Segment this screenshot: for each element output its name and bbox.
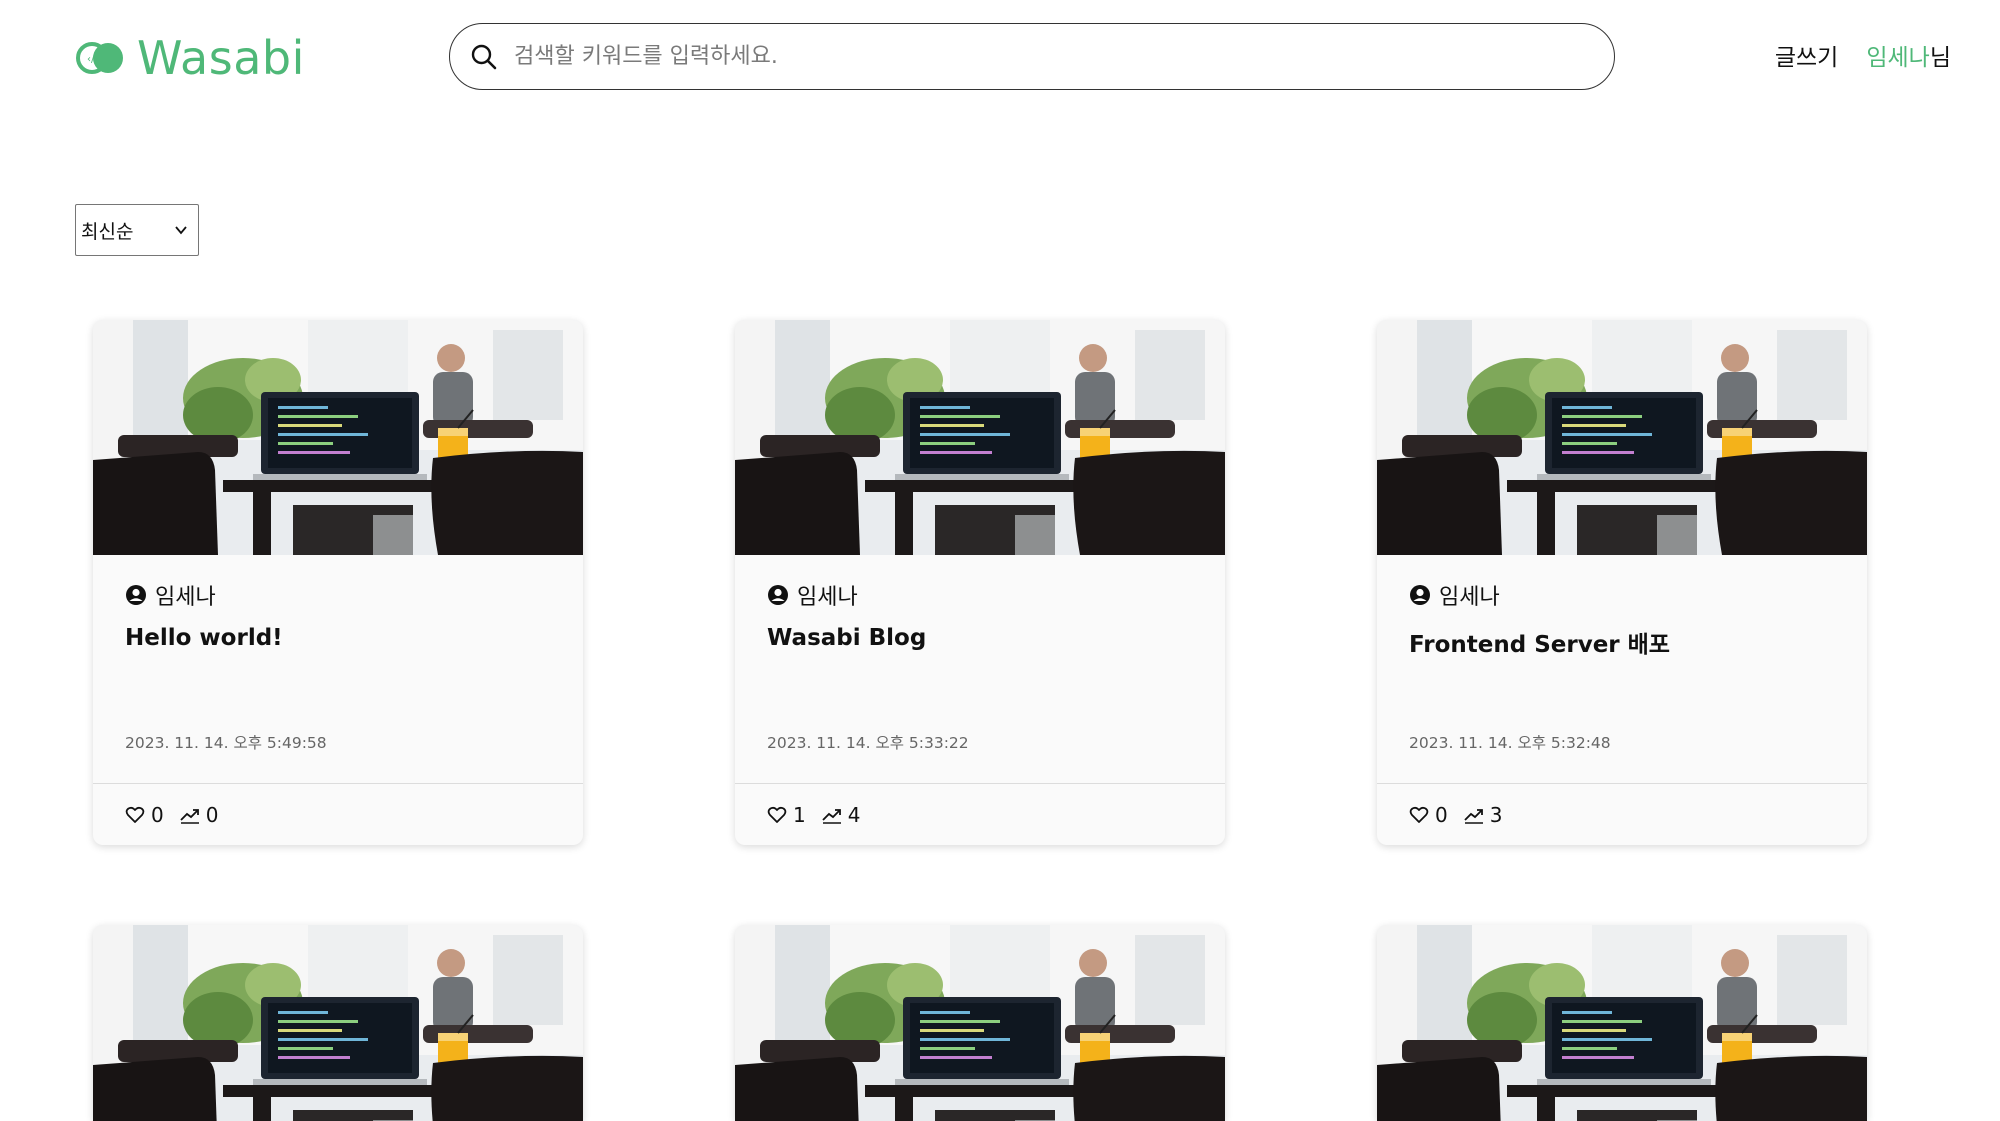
- post-card[interactable]: [735, 925, 1225, 1121]
- post-card[interactable]: 임세나 Frontend Server 배포 2023. 11. 14. 오후 …: [1377, 320, 1867, 845]
- trending-up-icon: [1464, 808, 1483, 824]
- post-date: 2023. 11. 14. 오후 5:32:48: [1409, 734, 1611, 752]
- post-date: 2023. 11. 14. 오후 5:49:58: [125, 734, 327, 752]
- post-card[interactable]: [93, 925, 583, 1121]
- post-title[interactable]: Frontend Server 배포: [1409, 625, 1835, 659]
- view-stat: 3: [1464, 802, 1503, 827]
- post-stats: 1 4: [735, 783, 1225, 845]
- post-author-name: 임세나: [1439, 585, 1500, 610]
- user-circle-icon: [1410, 585, 1430, 605]
- user-circle-icon: [768, 585, 788, 605]
- view-count: 3: [1489, 802, 1503, 827]
- wasabi-logo-icon: ‹/›: [76, 42, 123, 74]
- post-thumbnail-image: [93, 925, 583, 1121]
- post-card[interactable]: [1377, 925, 1867, 1121]
- post-stats: 0 0: [93, 783, 583, 845]
- heart-icon: [125, 806, 145, 823]
- like-stat[interactable]: 0: [125, 803, 164, 827]
- post-thumbnail-image: [1377, 320, 1867, 555]
- svg-text:‹/›: ‹/›: [87, 54, 98, 65]
- view-stat: 0: [180, 802, 219, 827]
- post-thumbnail-image: [735, 320, 1225, 555]
- post-author-name: 임세나: [797, 585, 858, 610]
- like-count: 0: [1435, 802, 1448, 827]
- user-circle-icon: [126, 585, 146, 605]
- post-author: 임세나: [767, 579, 1193, 611]
- post-title[interactable]: Hello world!: [125, 625, 551, 651]
- post-stats: 0 3: [1377, 783, 1867, 845]
- like-stat[interactable]: 0: [1409, 803, 1448, 827]
- post-card[interactable]: 임세나 Wasabi Blog 2023. 11. 14. 오후 5:33:22…: [735, 320, 1225, 845]
- search-bar[interactable]: [449, 23, 1615, 90]
- home-logo-link[interactable]: ‹/› Wasabi: [76, 30, 305, 86]
- post-thumbnail-image: [93, 320, 583, 555]
- post-thumbnail-image: [1377, 925, 1867, 1121]
- write-post-link[interactable]: 글쓰기: [1775, 38, 1838, 72]
- user-profile-link[interactable]: 임세나님: [1866, 38, 1951, 72]
- sort-selected-value: 최신순: [81, 220, 134, 243]
- heart-icon: [1409, 806, 1429, 823]
- view-count: 0: [205, 802, 219, 827]
- like-count: 1: [793, 802, 806, 827]
- like-count: 0: [151, 802, 164, 827]
- like-stat[interactable]: 1: [767, 803, 806, 827]
- search-icon: [471, 44, 497, 69]
- user-name: 임세나: [1866, 45, 1930, 71]
- heart-icon: [767, 806, 787, 823]
- post-author: 임세나: [1409, 579, 1835, 611]
- trending-up-icon: [180, 808, 199, 824]
- trending-up-icon: [822, 808, 841, 824]
- post-author-name: 임세나: [155, 585, 216, 610]
- sort-select[interactable]: 최신순: [75, 204, 199, 256]
- post-date: 2023. 11. 14. 오후 5:33:22: [767, 734, 969, 752]
- chevron-down-icon: [175, 226, 187, 235]
- post-author: 임세나: [125, 579, 551, 611]
- view-count: 4: [847, 802, 861, 827]
- top-header: ‹/› Wasabi 글쓰기 임세나님: [0, 0, 2000, 115]
- post-thumbnail-image: [735, 925, 1225, 1121]
- logo-text: Wasabi: [137, 31, 305, 85]
- post-card[interactable]: 임세나 Hello world! 2023. 11. 14. 오후 5:49:5…: [93, 320, 583, 845]
- user-honorific: 님: [1929, 45, 1951, 71]
- view-stat: 4: [822, 802, 861, 827]
- post-title[interactable]: Wasabi Blog: [767, 625, 1193, 651]
- header-nav: 글쓰기 임세나님: [1775, 38, 1951, 72]
- search-input[interactable]: [512, 43, 1592, 70]
